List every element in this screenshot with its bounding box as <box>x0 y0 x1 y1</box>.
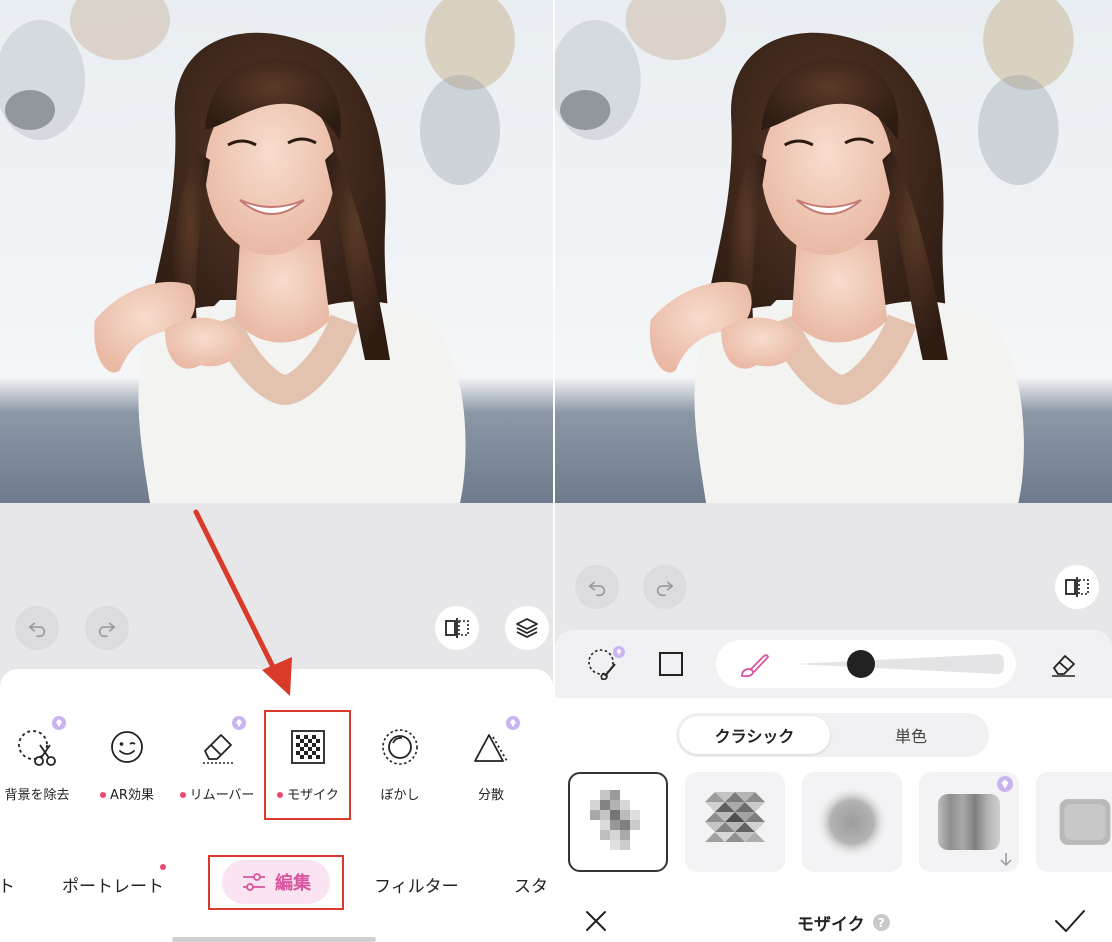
redo-icon <box>656 581 674 597</box>
mosaic-style-noise[interactable] <box>1036 772 1112 872</box>
apply-button[interactable] <box>1053 908 1087 938</box>
annotation-box-edit <box>208 855 344 910</box>
mosaic-style-streak[interactable] <box>919 772 1019 872</box>
segment-classic[interactable]: クラシック <box>679 716 830 754</box>
compare-button[interactable] <box>1055 565 1099 609</box>
pixel-mosaic-preview <box>590 790 640 850</box>
brush-icon <box>741 654 769 678</box>
cancel-button[interactable] <box>583 908 609 938</box>
redo-button[interactable] <box>643 565 687 609</box>
compare-icon <box>1065 577 1089 597</box>
annotation-arrow-line <box>193 509 279 676</box>
streak-mosaic-preview <box>938 794 1000 850</box>
download-icon <box>1000 853 1012 867</box>
comparison-screenshot: 背景を除去 AR効果 リムーバー モザイク ぼかし 分散 ト ポートレート 編集… <box>0 0 1112 942</box>
portrait-photo <box>555 0 1112 503</box>
mosaic-style-pixel[interactable] <box>568 772 668 872</box>
lasso-brush-icon <box>588 646 625 681</box>
premium-gem-icon <box>997 776 1013 792</box>
close-icon <box>586 911 606 931</box>
mosaic-type-switch[interactable]: クラシック 単色 <box>676 713 989 757</box>
undo-button[interactable] <box>575 565 619 609</box>
mosaic-style-triangle[interactable] <box>685 772 785 872</box>
segment-solid[interactable]: 単色 <box>833 713 989 757</box>
photo-canvas-mosaic[interactable] <box>555 0 1112 503</box>
square-icon <box>659 652 683 676</box>
mosaic-title-text: モザイク <box>797 915 865 935</box>
brush-size-slider[interactable] <box>792 650 1006 678</box>
mosaic-title: モザイク ? <box>797 910 890 935</box>
annotation-arrow-head <box>262 657 292 696</box>
panel-divider <box>553 0 555 942</box>
eraser-icon <box>1052 655 1075 677</box>
undo-icon <box>588 581 606 597</box>
slider-knob[interactable] <box>847 650 875 678</box>
help-icon[interactable]: ? <box>872 914 890 931</box>
noise-mosaic-preview <box>1059 799 1111 845</box>
annotation-box-mosaic <box>264 710 351 820</box>
brush-size-control[interactable] <box>716 640 1016 688</box>
rectangle-select-button[interactable] <box>658 651 684 681</box>
mosaic-style-blur[interactable] <box>802 772 902 872</box>
eraser-button[interactable] <box>1048 650 1078 682</box>
left-panel: 背景を除去 AR効果 リムーバー モザイク ぼかし 分散 ト ポートレート 編集… <box>0 0 553 942</box>
blur-mosaic-preview <box>816 786 888 858</box>
lasso-brush-button[interactable] <box>585 646 625 686</box>
triangle-mosaic-preview <box>705 792 765 842</box>
checkmark-icon <box>1055 910 1085 932</box>
right-panel: クラシック 単色 モザイク ? <box>555 0 1112 942</box>
